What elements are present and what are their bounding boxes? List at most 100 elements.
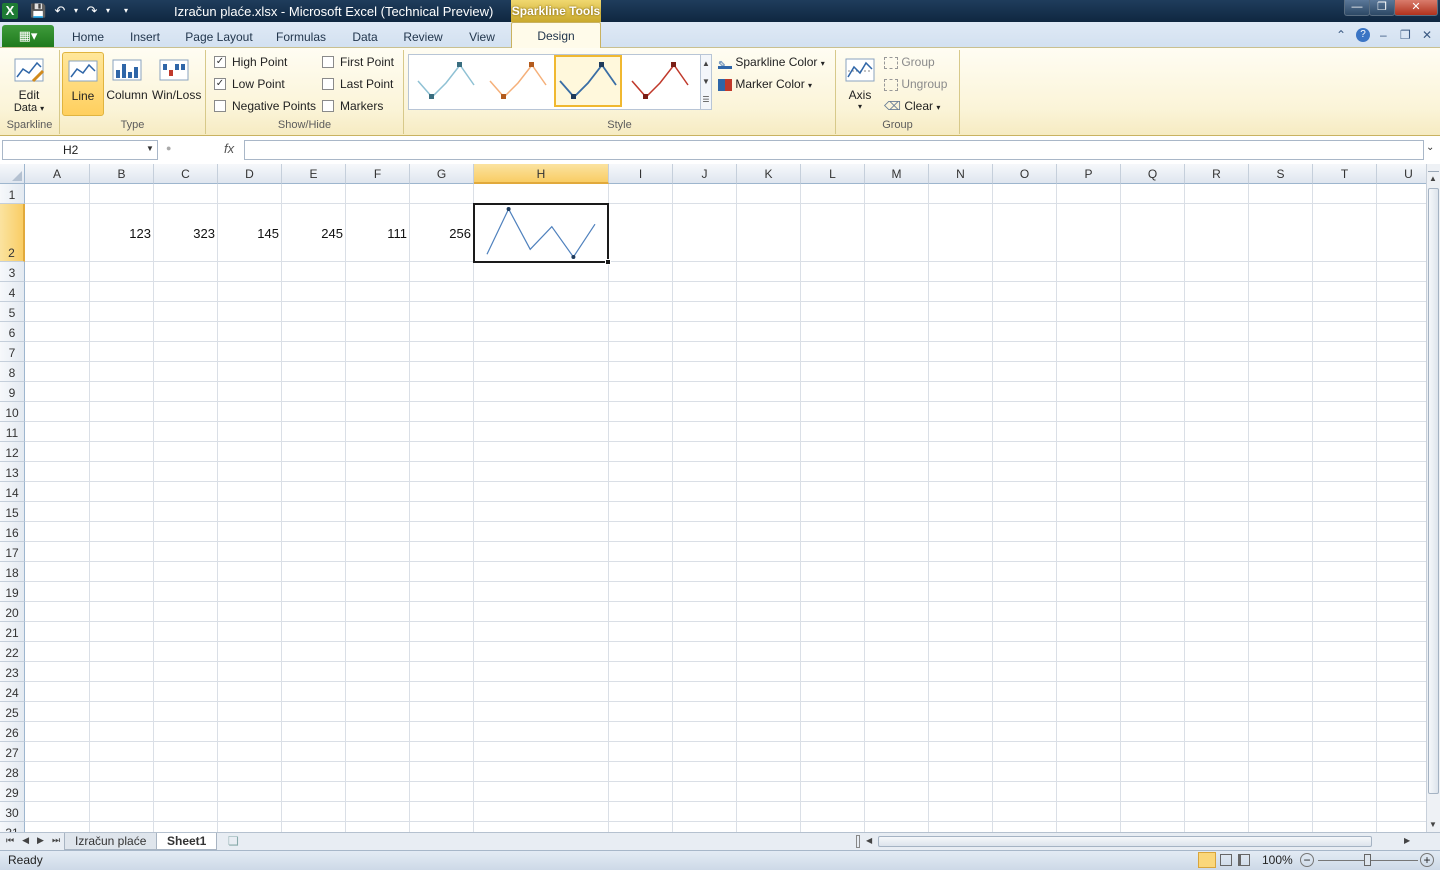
row-header-23[interactable]: 23 [0, 662, 25, 682]
row-header-31[interactable]: 31 [0, 822, 25, 832]
vertical-scrollbar[interactable]: ▲ ▼ [1426, 164, 1440, 832]
column-type-button[interactable]: Column [106, 52, 148, 116]
tab-review[interactable]: Review [400, 27, 446, 47]
normal-view-icon[interactable] [1198, 852, 1216, 868]
sparkline-color-button[interactable]: ✎ Sparkline Color ▾ [718, 53, 825, 71]
row-header-2[interactable]: 2 [0, 204, 25, 262]
column-header-Q[interactable]: Q [1121, 164, 1185, 184]
row-header-19[interactable]: 19 [0, 582, 25, 602]
gallery-up-icon[interactable]: ▲ [701, 55, 711, 73]
fill-handle[interactable] [605, 259, 611, 265]
gallery-down-icon[interactable]: ▼ [701, 73, 711, 91]
tab-home[interactable]: Home [66, 27, 110, 47]
row-header-25[interactable]: 25 [0, 702, 25, 722]
row-header-16[interactable]: 16 [0, 522, 25, 542]
undo-dropdown-icon[interactable]: ▾ [68, 3, 84, 19]
minimize-button[interactable]: — [1344, 0, 1370, 16]
zoom-in-icon[interactable]: + [1420, 853, 1434, 867]
worksheet-grid[interactable]: ABCDEFGHIJKLMNOPQRSTU 1 2 3 4 5 6 7 8 9 10 11 12 13 1… [0, 164, 1426, 832]
insert-sheet-icon[interactable]: ❏ [222, 833, 245, 850]
column-header-F[interactable]: F [346, 164, 410, 184]
file-tab[interactable]: ▦▾ [2, 25, 54, 47]
selected-cell-H2[interactable] [473, 203, 611, 265]
row-header-3[interactable]: 3 [0, 262, 25, 282]
row-header-30[interactable]: 30 [0, 802, 25, 822]
tab-design[interactable]: Design [511, 22, 601, 49]
column-header-D[interactable]: D [218, 164, 282, 184]
row-header-14[interactable]: 14 [0, 482, 25, 502]
zoom-out-icon[interactable]: − [1300, 853, 1314, 867]
high-point-checkbox[interactable]: ✓ High Point [214, 53, 287, 71]
column-header-C[interactable]: C [154, 164, 218, 184]
markers-checkbox[interactable]: Markers [322, 97, 383, 115]
horizontal-scroll-thumb[interactable] [878, 836, 1372, 847]
sheet-tab-izracun[interactable]: Izračun plaće [64, 833, 158, 850]
column-header-M[interactable]: M [865, 164, 929, 184]
formula-input[interactable] [244, 140, 1424, 160]
row-header-27[interactable]: 27 [0, 742, 25, 762]
style-item-4[interactable] [626, 55, 694, 107]
scroll-left-icon[interactable]: ◀ [866, 836, 872, 845]
scroll-down-icon[interactable]: ▼ [1429, 820, 1437, 829]
tab-split-handle[interactable] [856, 835, 860, 848]
row-header-20[interactable]: 20 [0, 602, 25, 622]
style-item-1[interactable] [412, 55, 480, 107]
vertical-scroll-thumb[interactable] [1428, 188, 1439, 794]
select-all-button[interactable] [0, 164, 25, 184]
column-header-B[interactable]: B [90, 164, 154, 184]
row-header-5[interactable]: 5 [0, 302, 25, 322]
gallery-scroll[interactable]: ▲ ▼ ☰ [700, 54, 712, 110]
column-header-U[interactable]: U [1377, 164, 1426, 184]
row-header-10[interactable]: 10 [0, 402, 25, 422]
close-button[interactable]: ✕ [1394, 0, 1438, 16]
name-box-dropdown-icon[interactable]: ▼ [146, 144, 154, 153]
row-header-13[interactable]: 13 [0, 462, 25, 482]
column-header-P[interactable]: P [1057, 164, 1121, 184]
insert-function-icon[interactable]: fx [224, 141, 234, 156]
column-header-S[interactable]: S [1249, 164, 1313, 184]
row-header-21[interactable]: 21 [0, 622, 25, 642]
row-header-12[interactable]: 12 [0, 442, 25, 462]
column-header-J[interactable]: J [673, 164, 737, 184]
sheet-nav-icons[interactable]: ⏮◀▶⏭ [6, 835, 68, 846]
column-header-E[interactable]: E [282, 164, 346, 184]
workbook-close-icon[interactable]: ✕ [1422, 28, 1432, 42]
zoom-slider-thumb[interactable] [1364, 854, 1371, 866]
column-header-L[interactable]: L [801, 164, 865, 184]
cell-C2[interactable]: 323 [154, 226, 215, 241]
row-header-22[interactable]: 22 [0, 642, 25, 662]
scroll-up-icon[interactable]: ▲ [1429, 174, 1437, 183]
sheet-tab-sheet1[interactable]: Sheet1 [156, 833, 218, 850]
row-header-4[interactable]: 4 [0, 282, 25, 302]
save-icon[interactable]: 💾 [30, 3, 46, 19]
cell-G2[interactable]: 256 [410, 226, 471, 241]
excel-app-icon[interactable]: X [2, 3, 18, 19]
column-header-G[interactable]: G [410, 164, 474, 184]
minimize-ribbon-icon[interactable]: ⌃ [1336, 28, 1346, 42]
row-header-6[interactable]: 6 [0, 322, 25, 342]
row-header-1[interactable]: 1 [0, 184, 25, 204]
tab-view[interactable]: View [462, 27, 502, 47]
scroll-right-icon[interactable]: ▶ [1404, 836, 1410, 845]
redo-dropdown-icon[interactable]: ▾ [100, 3, 116, 19]
tab-formulas[interactable]: Formulas [272, 27, 330, 47]
customize-qat-icon[interactable]: ▾ [118, 3, 134, 19]
page-layout-view-icon[interactable] [1220, 854, 1232, 866]
zoom-level[interactable]: 100% [1262, 853, 1293, 867]
cell-E2[interactable]: 245 [282, 226, 343, 241]
cell-B2[interactable]: 123 [90, 226, 151, 241]
column-header-T[interactable]: T [1313, 164, 1377, 184]
column-header-K[interactable]: K [737, 164, 801, 184]
workbook-minimize-icon[interactable]: – [1380, 28, 1387, 42]
group-button[interactable]: Group [884, 53, 935, 71]
row-header-7[interactable]: 7 [0, 342, 25, 362]
column-header-I[interactable]: I [609, 164, 673, 184]
line-type-button[interactable]: Line [62, 52, 104, 116]
row-header-9[interactable]: 9 [0, 382, 25, 402]
style-item-2[interactable] [484, 55, 552, 107]
row-header-28[interactable]: 28 [0, 762, 25, 782]
marker-color-button[interactable]: Marker Color ▾ [718, 75, 812, 93]
undo-icon[interactable]: ↶ [52, 3, 68, 19]
gallery-more-icon[interactable]: ☰ [701, 91, 711, 109]
column-header-A[interactable]: A [25, 164, 90, 184]
